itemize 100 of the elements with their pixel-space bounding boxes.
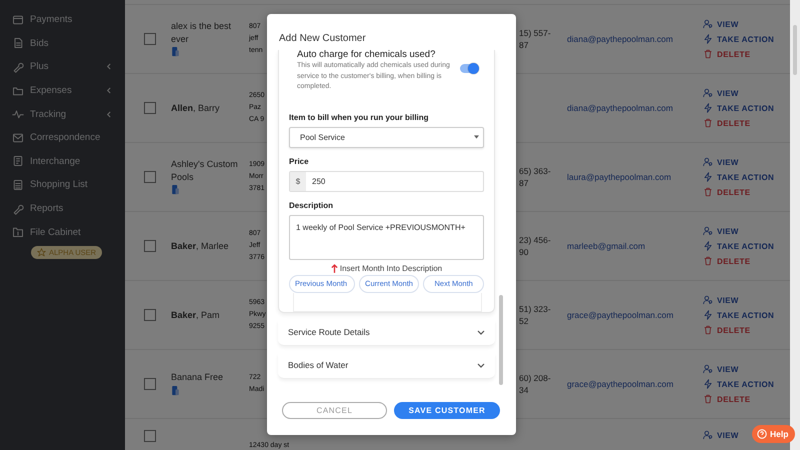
list-icon	[12, 178, 24, 191]
email-link[interactable]: diana@paythepoolman.com	[567, 103, 673, 113]
row-checkbox[interactable]	[144, 309, 156, 321]
field-label: Description	[289, 200, 334, 210]
delete-link[interactable]: DELETE	[703, 394, 750, 404]
insert-month-hint: Insert Month Into Description	[289, 264, 484, 272]
sidebar-item[interactable]: Bids	[0, 32, 125, 56]
delete-link[interactable]: DELETE	[703, 49, 750, 59]
customer-name[interactable]: Baker, Marlee	[171, 240, 245, 252]
bolt-icon	[703, 379, 713, 389]
person-icon	[703, 19, 713, 29]
customer-name[interactable]: Ashley's Custom Pools	[171, 158, 245, 184]
field-label: Price	[289, 156, 309, 166]
person-icon	[703, 295, 713, 305]
phone-text: 52	[519, 315, 528, 327]
take-action-link[interactable]: TAKE ACTION	[703, 241, 774, 251]
email-link[interactable]: grace@paythepoolman.com	[567, 379, 674, 389]
document-icon	[12, 37, 24, 50]
take-action-link[interactable]: TAKE ACTION	[703, 310, 774, 320]
phone-text: 60) 208-	[519, 372, 551, 384]
dialog-title: Add New Customer	[278, 32, 367, 46]
view-link[interactable]: VIEW	[703, 88, 739, 98]
price-field[interactable]: $ 250	[289, 170, 484, 192]
view-link[interactable]: VIEW	[703, 364, 739, 374]
trash-icon	[703, 394, 713, 404]
help-button[interactable]: Help	[752, 425, 796, 443]
clipboard-icon	[12, 155, 24, 168]
phone-text: 34	[519, 384, 528, 396]
trash-icon	[703, 325, 713, 335]
phone-text: 65) 363-	[519, 165, 551, 177]
trash-icon	[703, 49, 713, 59]
phone-text: 51) 323-	[519, 303, 551, 315]
sidebar-item[interactable]: Payments	[0, 8, 125, 32]
bolt-icon	[703, 34, 713, 44]
phone-text: 87	[519, 177, 528, 189]
row-checkbox[interactable]	[144, 240, 156, 252]
field-label: Item to bill when you run your billing	[289, 112, 429, 122]
view-link[interactable]: VIEW	[703, 430, 739, 440]
row-checkbox[interactable]	[144, 378, 156, 390]
bolt-icon	[703, 172, 713, 182]
page-scrollbar[interactable]	[790, 0, 800, 450]
bolt-icon	[703, 103, 713, 113]
person-icon	[703, 226, 713, 236]
sidebar-item[interactable]: Interchange	[0, 150, 125, 174]
sidebar-item[interactable]: Expenses	[0, 78, 125, 102]
bolt-icon	[703, 241, 713, 251]
view-link[interactable]: VIEW	[703, 226, 739, 236]
row-checkbox[interactable]	[144, 33, 156, 45]
email-link[interactable]: diana@paythepoolman.com	[567, 34, 673, 44]
folder-icon	[12, 226, 24, 238]
delete-link[interactable]: DELETE	[703, 256, 750, 266]
folder-icon	[12, 84, 24, 97]
sidebar-item[interactable]: Reports	[0, 196, 125, 220]
arrow-up-icon	[330, 264, 338, 272]
sidebar-item[interactable]: Correspondence	[0, 126, 125, 150]
customer-name[interactable]: Baker, Pam	[171, 308, 245, 322]
auto-charge-toggle[interactable]	[460, 64, 478, 73]
sidebar-item[interactable]: Plus	[0, 55, 125, 79]
customer-name[interactable]: Allen, Barry	[171, 102, 245, 114]
wrench-icon	[12, 60, 24, 73]
sidebar-item[interactable]: Shopping List	[0, 173, 125, 197]
caret-icon	[474, 135, 479, 139]
auto-charge-label: Auto charge for chemicals used?	[297, 50, 436, 60]
email-link[interactable]: grace@paythepoolman.com	[567, 310, 674, 320]
cancel-button[interactable]: CANCEL	[282, 402, 387, 419]
trash-icon	[703, 256, 713, 266]
take-action-link[interactable]: TAKE ACTION	[703, 379, 774, 389]
view-link[interactable]: VIEW	[703, 157, 739, 167]
bolt-icon	[703, 310, 713, 320]
phone-text: 23) 456-	[519, 234, 551, 246]
take-action-link[interactable]: TAKE ACTION	[703, 103, 774, 113]
card-icon	[12, 14, 24, 26]
customer-name[interactable]: alex is the best ever	[171, 20, 245, 46]
delete-link[interactable]: DELETE	[703, 118, 750, 128]
take-action-link[interactable]: TAKE ACTION	[703, 34, 774, 44]
section-header[interactable]: Service Route Details	[278, 320, 495, 346]
person-icon	[703, 364, 713, 374]
sidebar-item[interactable]: File Cabinet	[0, 220, 125, 244]
question-icon	[757, 429, 767, 439]
customer-name[interactable]: Banana Free	[171, 371, 245, 384]
row-checkbox[interactable]	[144, 102, 156, 114]
trash-icon	[703, 118, 713, 128]
email-link[interactable]: marleeb@gmail.com	[567, 241, 646, 251]
person-icon	[703, 157, 713, 167]
envelope-icon	[12, 132, 24, 144]
view-link[interactable]: VIEW	[703, 19, 739, 29]
delete-link[interactable]: DELETE	[703, 325, 750, 335]
row-checkbox[interactable]	[144, 171, 156, 183]
star-icon	[37, 248, 46, 257]
save-button[interactable]: SAVE CUSTOMER	[394, 402, 500, 419]
section-header[interactable]: Bodies of Water	[278, 352, 495, 378]
phone-text: 15) 557-	[519, 27, 551, 39]
pulse-icon	[12, 108, 24, 120]
description-field[interactable]: 1 weekly of Pool Service +PREVIOUSMONTH+	[289, 214, 484, 260]
delete-link[interactable]: DELETE	[703, 187, 750, 197]
sidebar-item[interactable]: Tracking	[0, 102, 125, 126]
billing-item-select[interactable]: Pool Service	[289, 126, 484, 148]
view-link[interactable]: VIEW	[703, 295, 739, 305]
email-link[interactable]: laura@paythepoolman.com	[567, 172, 672, 182]
take-action-link[interactable]: TAKE ACTION	[703, 172, 774, 182]
